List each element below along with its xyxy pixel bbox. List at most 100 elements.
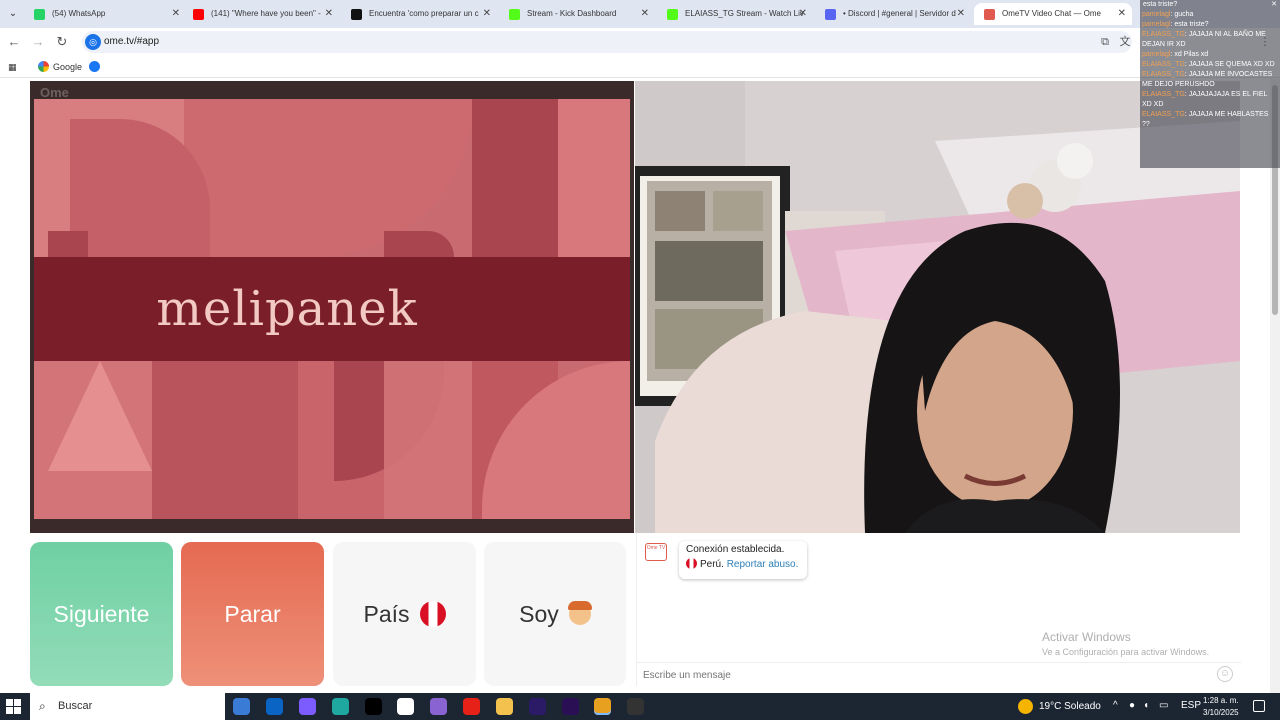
droplet-icon[interactable] (299, 698, 316, 715)
country-button[interactable]: País (333, 542, 476, 686)
language-indicator[interactable]: ESP (1181, 700, 1201, 711)
outlook-icon[interactable] (266, 698, 283, 715)
overlay-name-band: melipanek (34, 257, 630, 361)
stream-chat-user: ELAIASS_TG (1142, 71, 1185, 78)
back-arrow-icon[interactable]: ← (6, 34, 22, 50)
overlay-shape (152, 361, 298, 519)
stream-chat-user: ELAIASS_TG (1142, 61, 1185, 68)
stream-chat-text: esta triste? (1174, 21, 1209, 28)
google-icon (38, 61, 49, 72)
browser-tab[interactable]: Stream - Kick Dashboard ✕ (499, 3, 655, 25)
cast-icon[interactable]: ⧉ (1098, 35, 1112, 49)
tab-title: OmeTV Video Chat — Ome (1002, 9, 1101, 18)
country-button-label: País (363, 600, 410, 627)
tab-close-icon[interactable]: ✕ (172, 3, 180, 25)
tab-title: Stream - Kick Dashboard (527, 9, 617, 18)
chevron-up-icon[interactable]: ^ (1113, 700, 1118, 711)
browser-tab[interactable]: ELAIASS_TG Stream - Watch Liv ✕ (657, 3, 813, 25)
site-info-icon[interactable]: ◎ (85, 34, 101, 50)
gender-button[interactable]: Soy (484, 542, 626, 686)
clock-date: 3/10/2025 (1203, 708, 1239, 717)
gender-button-label: Soy (519, 600, 559, 627)
browser-tab[interactable]: • Discord | #general | Servidor d ✕ (815, 3, 971, 25)
activation-subtitle: Ve a Configuración para activar Windows. (1042, 647, 1210, 657)
apps-grid-icon[interactable]: ▦ (8, 60, 17, 74)
tab-search-icon[interactable]: ⌄ (4, 6, 22, 22)
boy-face-icon (567, 601, 592, 625)
browser-tab[interactable]: OmeTV Video Chat — Ome ✕ (974, 3, 1132, 25)
network-icon[interactable]: ▭ (1159, 700, 1168, 711)
address-bar[interactable]: ◎ ome.tv/#app (82, 31, 1132, 53)
stream-chat-user: ELAIASS_TG (1142, 111, 1185, 118)
translate-icon[interactable]: 文 (1118, 35, 1132, 49)
browser-tab[interactable]: Encuentra 'como preparar un c ✕ (341, 3, 497, 25)
microphone-icon[interactable]: ● (1129, 700, 1135, 711)
obs-icon[interactable] (430, 698, 447, 715)
close-icon[interactable]: ✕ (1271, 0, 1277, 10)
overlay-shape (384, 361, 472, 519)
stream-chat-user: pamelagl (1142, 51, 1171, 58)
ometv-page: Ome melipanek Siguiente Parar País Soy O… (0, 79, 1270, 693)
bookmark-google[interactable]: Google (38, 60, 82, 74)
stream-chat-message: ELAIASS_TG: JAJAJA NI AL BAÑO ME DEJAN I… (1142, 31, 1266, 48)
local-video: Ome melipanek (30, 81, 634, 533)
widgets-icon[interactable] (233, 698, 250, 715)
browser-toolbar: ← → ↻ ◎ ome.tv/#app ⧉ 文 ⋮ (0, 28, 1280, 56)
bookmark-facebook[interactable] (89, 60, 104, 74)
next-button-label: Siguiente (53, 600, 150, 627)
kick-icon (509, 9, 520, 20)
reload-icon[interactable]: ↻ (54, 34, 70, 50)
tab-close-icon[interactable]: ✕ (799, 3, 807, 25)
bookmark-label: Google (53, 62, 83, 72)
browser-tab[interactable]: (141) "Where have you been" - ✕ (183, 3, 339, 25)
tab-close-icon[interactable]: ✕ (325, 3, 333, 25)
edge-icon[interactable] (332, 698, 349, 715)
forward-arrow-icon[interactable]: → (30, 34, 46, 50)
report-abuse-link[interactable]: Reportar abuso. (727, 559, 799, 570)
chrome-icon[interactable] (594, 698, 611, 715)
notification-icon[interactable] (1253, 700, 1265, 712)
emoji-icon[interactable]: ☺ (1217, 666, 1233, 682)
partner-country: Perú. (700, 559, 724, 570)
page-scrollbar[interactable] (1270, 79, 1280, 693)
taskbar-search[interactable]: ⌕ Buscar (30, 693, 225, 720)
store-icon[interactable] (397, 698, 414, 715)
clock[interactable]: 1:28 a. m. 3/10/2025 (1203, 695, 1239, 719)
stream-chat-user: pamelagl (1142, 21, 1171, 28)
premiere-icon[interactable] (562, 698, 579, 715)
url-text: ome.tv/#app (104, 36, 160, 47)
tab-close-icon[interactable]: ✕ (641, 3, 649, 25)
peru-flag-icon (419, 601, 446, 627)
message-input[interactable] (643, 667, 1203, 683)
windows-taskbar: ⌕ Buscar 19°C Soleado ^ ● ◖ ▭ ESP 1:28 a… (0, 693, 1280, 720)
next-button[interactable]: Siguiente (30, 542, 173, 686)
tab-close-icon[interactable]: ✕ (957, 3, 965, 25)
system-message: Conexión establecida. Perú. Reportar abu… (679, 541, 807, 579)
connection-status: Conexión establecida. (686, 544, 785, 555)
stop-button[interactable]: Parar (181, 542, 324, 686)
overlay-shape (472, 99, 558, 257)
browser-tab[interactable]: (54) WhatsApp ✕ (24, 3, 186, 25)
tab-close-icon[interactable]: ✕ (1118, 3, 1126, 25)
stream-chat-user: ELAIASS_TG (1142, 31, 1185, 38)
whatsapp-icon (34, 9, 45, 20)
peru-flag-icon (686, 558, 697, 569)
weather-text[interactable]: 19°C Soleado (1039, 701, 1101, 712)
youtube-icon (193, 9, 204, 20)
explorer-icon[interactable] (496, 698, 513, 715)
tab-strip: ⌄ (54) WhatsApp ✕ (141) "Where have you be… (0, 0, 1280, 28)
message-box: ☺ (637, 662, 1241, 686)
youtube-icon[interactable] (463, 698, 480, 715)
sun-weather-icon[interactable] (1018, 699, 1033, 714)
stream-chat-message: ELAIASS_TG: JAJAJAJAJA ES EL FIEL XD XD (1142, 91, 1268, 108)
stream-chat-header-text: esta triste? (1143, 1, 1178, 8)
bookmarks-bar: ▦ Google (0, 56, 1280, 78)
tiktok-icon[interactable] (365, 698, 382, 715)
stream-chat-message: ELAIASS_TG: JAJAJA ME HABLASTES ?? (1142, 111, 1269, 128)
speaker-icon[interactable]: ◖ (1143, 700, 1149, 711)
obs-studio-icon[interactable] (627, 698, 644, 715)
after-effects-icon[interactable] (529, 698, 546, 715)
windows-start-icon[interactable] (6, 699, 22, 715)
stream-chat-message: pamelagl: esta triste? (1142, 21, 1209, 28)
tab-close-icon[interactable]: ✕ (483, 3, 491, 25)
